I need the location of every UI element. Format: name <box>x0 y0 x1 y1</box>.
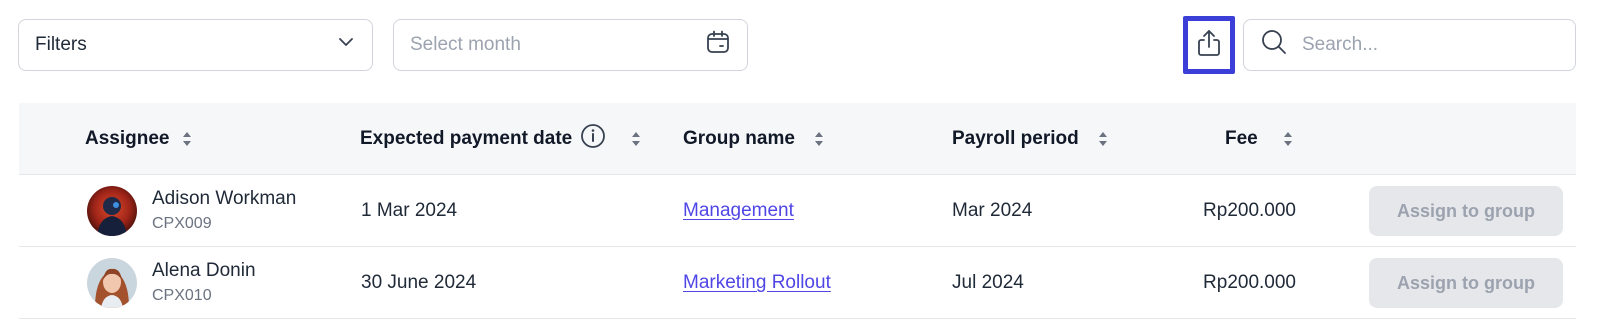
month-placeholder: Select month <box>410 34 521 55</box>
filters-label: Filters <box>35 34 87 55</box>
avatar <box>87 258 137 308</box>
column-header-payroll-period[interactable]: Payroll period <box>952 103 1109 175</box>
calendar-icon <box>705 29 731 61</box>
export-icon <box>1193 27 1225 64</box>
assign-to-group-button[interactable]: Assign to group <box>1369 258 1563 308</box>
assignee-name: Adison Workman <box>152 188 297 209</box>
payment-date: 1 Mar 2024 <box>361 200 458 221</box>
fee-amount: Rp200.000 <box>1203 272 1296 293</box>
info-icon[interactable] <box>580 123 606 155</box>
sort-icon[interactable] <box>181 130 193 148</box>
column-header-assignee[interactable]: Assignee <box>85 103 193 175</box>
table-row: Adison Workman CPX009 1 Mar 2024 Managem… <box>19 175 1576 247</box>
chevron-down-icon <box>336 32 356 58</box>
group-name[interactable]: Management <box>683 200 794 222</box>
assignee-info: Alena Donin CPX010 <box>152 259 256 307</box>
table-row: Alena Donin CPX010 30 June 2024 Marketin… <box>19 247 1576 319</box>
filters-dropdown[interactable]: Filters <box>18 19 373 71</box>
sort-icon[interactable] <box>813 130 825 148</box>
group-link[interactable]: Management <box>683 175 794 247</box>
assignee-code: CPX010 <box>152 287 212 304</box>
column-label: Expected payment date <box>360 128 573 149</box>
export-button[interactable] <box>1183 16 1235 74</box>
column-label: Group name <box>683 128 795 149</box>
column-header-fee[interactable]: Fee <box>1225 103 1294 175</box>
column-header-group-name[interactable]: Group name <box>683 103 825 175</box>
column-label: Fee <box>1225 128 1258 149</box>
sort-icon[interactable] <box>1097 130 1109 148</box>
group-link[interactable]: Marketing Rollout <box>683 247 831 319</box>
column-label: Assignee <box>85 128 170 149</box>
sort-icon[interactable] <box>630 130 642 148</box>
assignee-code: CPX009 <box>152 215 212 232</box>
assignee-name: Alena Donin <box>152 260 256 281</box>
search-field[interactable]: Search... <box>1243 19 1576 71</box>
payroll-table: Assignee Expected payment date Group nam… <box>19 103 1576 319</box>
assignee-info: Adison Workman CPX009 <box>152 187 296 235</box>
column-header-expected-payment-date[interactable]: Expected payment date <box>360 103 642 175</box>
column-label: Payroll period <box>952 128 1079 149</box>
payroll-period: Jul 2024 <box>952 272 1024 293</box>
payroll-period: Mar 2024 <box>952 200 1033 221</box>
table-header: Assignee Expected payment date Group nam… <box>19 103 1576 175</box>
group-name[interactable]: Marketing Rollout <box>683 272 831 294</box>
payment-date: 30 June 2024 <box>361 272 477 293</box>
avatar <box>87 186 137 236</box>
sort-icon[interactable] <box>1282 130 1294 148</box>
search-input[interactable]: Search... <box>1302 34 1378 56</box>
search-icon <box>1260 28 1288 62</box>
assign-to-group-button[interactable]: Assign to group <box>1369 186 1563 236</box>
toolbar: Filters Select month Search... <box>0 0 1600 90</box>
month-picker[interactable]: Select month <box>393 19 748 71</box>
fee-amount: Rp200.000 <box>1203 200 1296 221</box>
